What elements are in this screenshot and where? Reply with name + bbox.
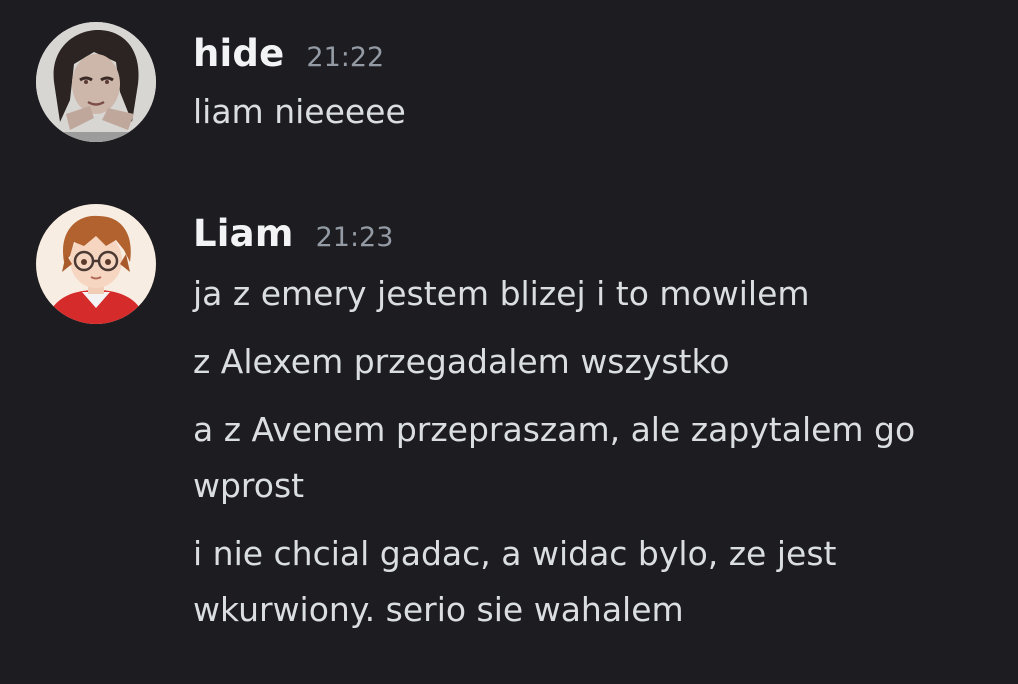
- avatar-hide-image: [36, 22, 156, 142]
- message-text: a z Avenem przepraszam, ale zapytalem go…: [193, 410, 916, 505]
- username[interactable]: hide: [193, 32, 284, 75]
- message-text: ja z emery jestem blizej i to mowilem: [193, 274, 810, 313]
- message-header: hide 21:22: [193, 32, 988, 80]
- message-text: liam nieeeee: [193, 92, 406, 131]
- timestamp[interactable]: 21:23: [316, 222, 394, 253]
- message-header: Liam 21:23: [193, 212, 988, 260]
- avatar-hide[interactable]: [36, 22, 156, 142]
- chat-message-list: hide 21:22 liam nieeeee Liam 21:23 ja z …: [0, 0, 1018, 684]
- avatar-liam-image: [36, 204, 156, 324]
- username[interactable]: Liam: [193, 212, 294, 255]
- message-text: z Alexem przegadalem wszystko: [193, 342, 730, 381]
- avatar-liam[interactable]: [36, 204, 156, 324]
- timestamp[interactable]: 21:22: [306, 42, 384, 73]
- message-text: i nie chcial gadac, a widac bylo, ze jes…: [193, 534, 837, 629]
